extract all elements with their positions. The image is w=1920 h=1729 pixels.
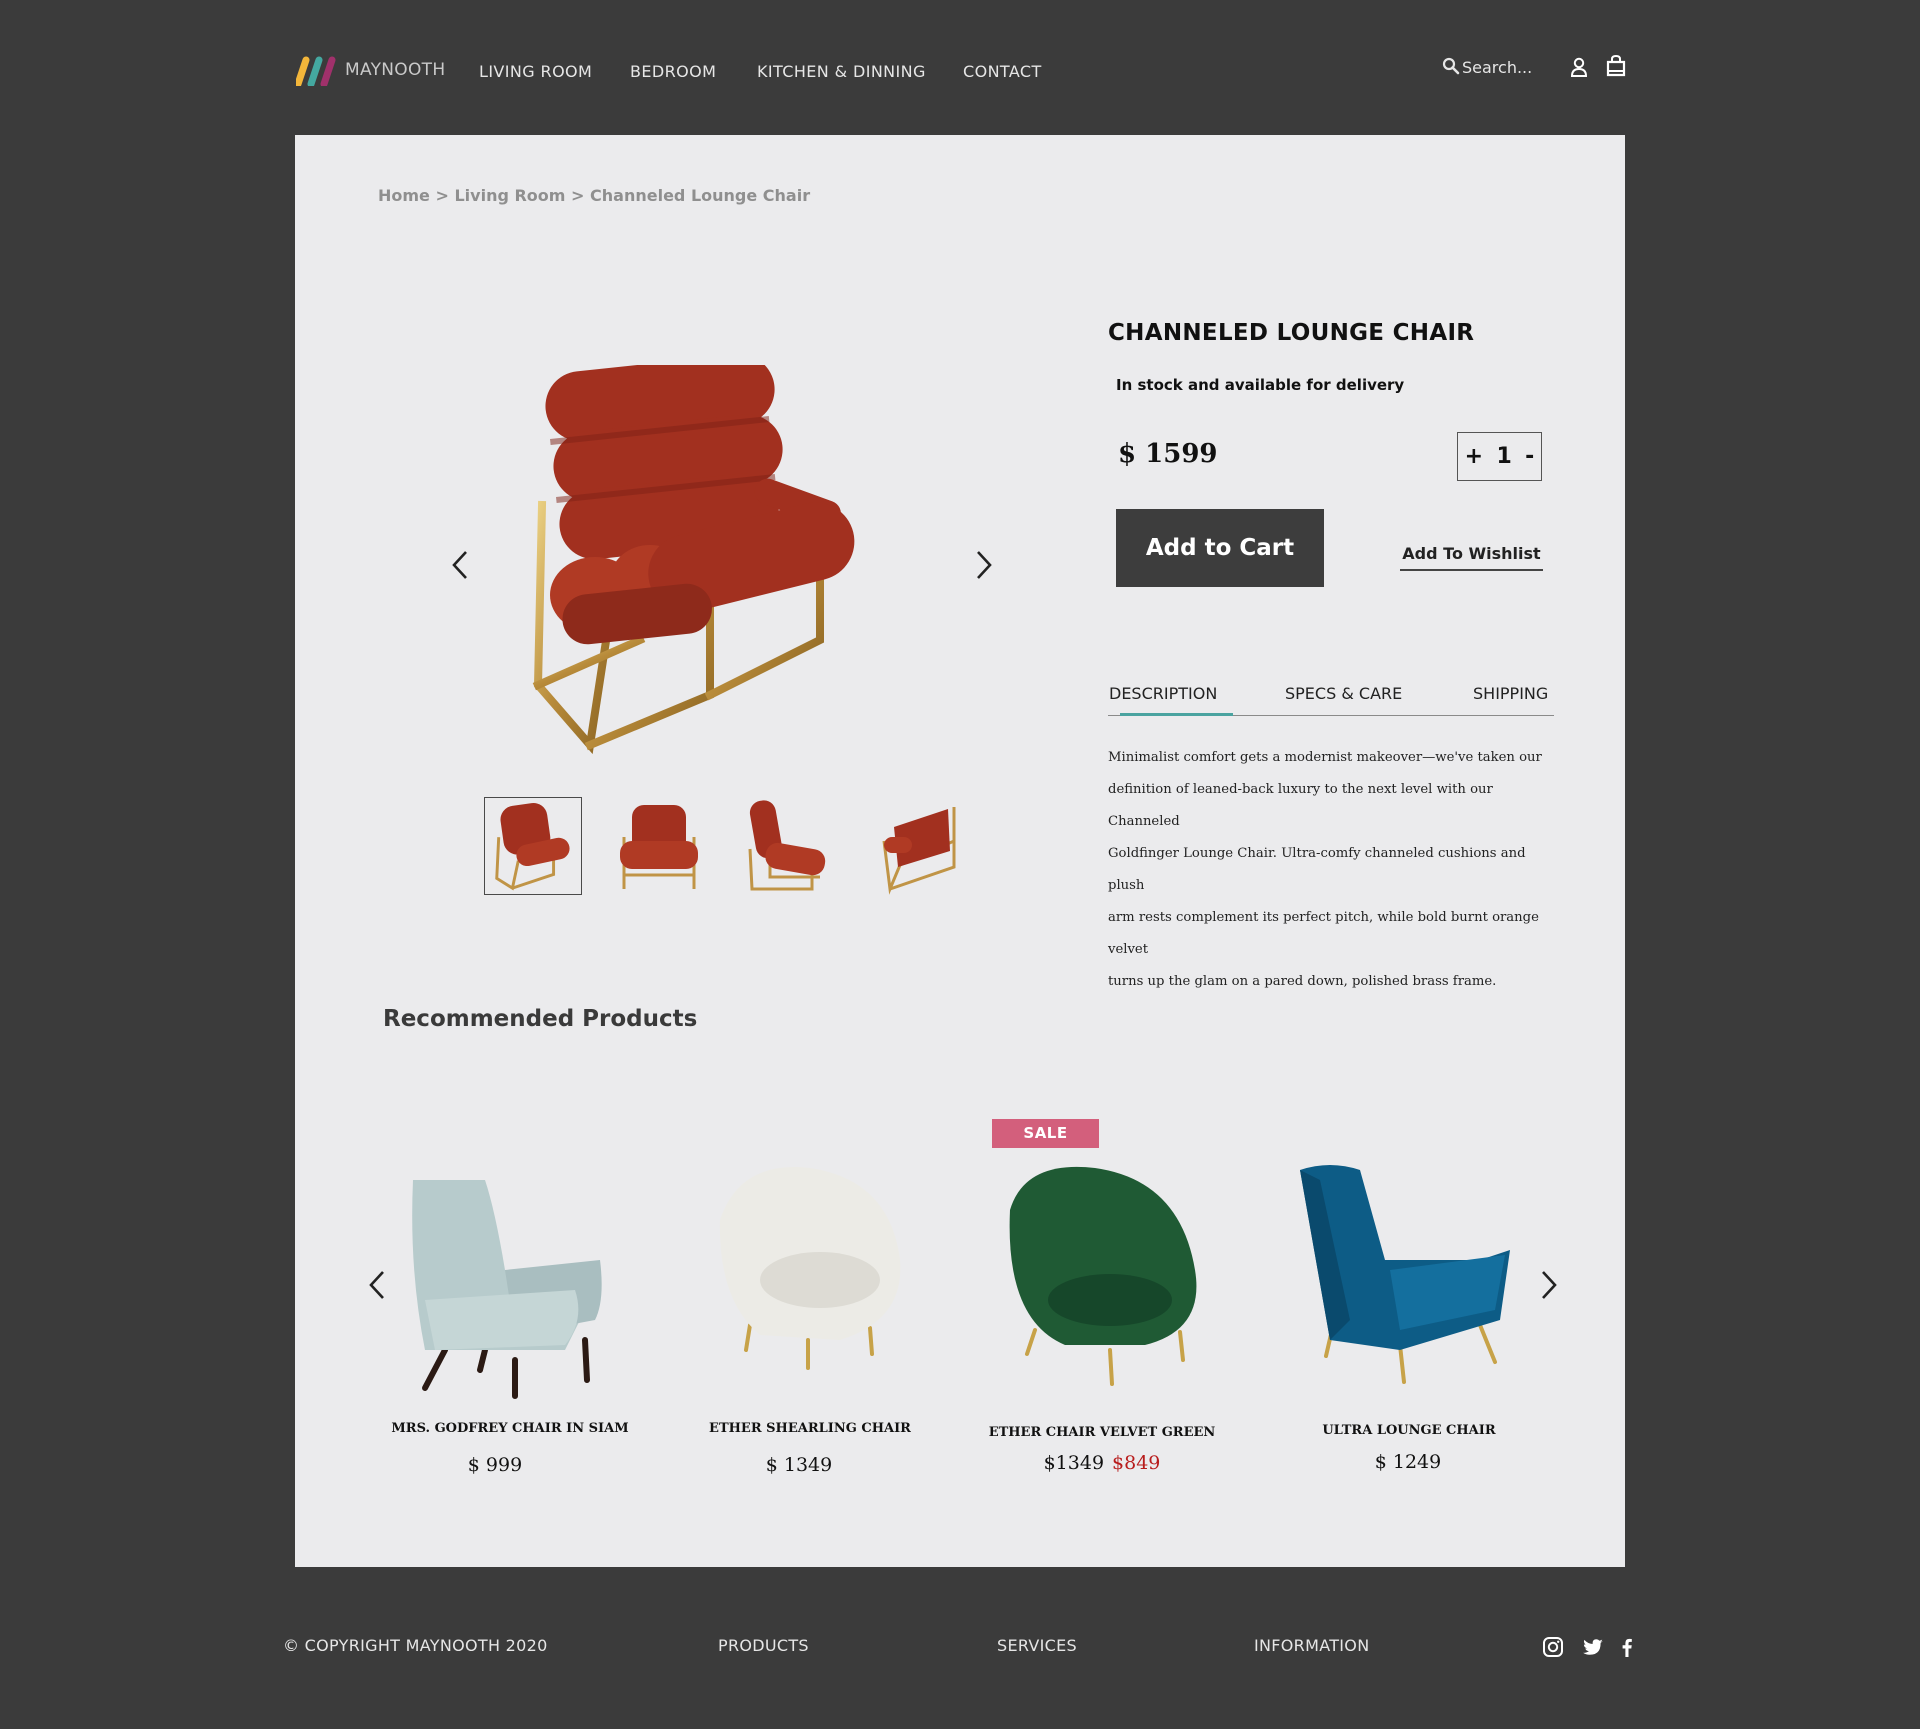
recommended-product-image[interactable] <box>385 1150 615 1400</box>
recommended-product-name[interactable]: ETHER CHAIR VELVET GREEN <box>962 1425 1242 1440</box>
description-line: turns up the glam on a pared down, polis… <box>1108 974 1497 989</box>
footer-products-link[interactable]: PRODUCTS <box>718 1636 809 1655</box>
cart-icon[interactable] <box>1605 54 1627 78</box>
recommended-product-name[interactable]: MRS. GODFREY CHAIR IN SIAM <box>370 1421 650 1436</box>
breadcrumb: Home > Living Room > Channeled Lounge Ch… <box>378 186 810 205</box>
recommended-product-price: $ 999 <box>467 1454 523 1476</box>
quantity-decrease-button[interactable]: - <box>1525 444 1534 469</box>
tab-specs-care[interactable]: SPECS & CARE <box>1285 684 1402 703</box>
recommended-title: Recommended Products <box>383 1006 698 1032</box>
nav-bedroom[interactable]: BEDROOM <box>630 62 716 81</box>
product-thumbnail[interactable] <box>870 797 968 895</box>
active-tab-indicator <box>1120 713 1233 716</box>
breadcrumb-separator: > <box>571 186 585 205</box>
instagram-icon[interactable] <box>1542 1636 1564 1658</box>
stock-status: In stock and available for delivery <box>1116 376 1405 394</box>
twitter-icon[interactable] <box>1582 1636 1604 1658</box>
logo[interactable] <box>296 56 340 86</box>
brand-name[interactable]: MAYNOOTH <box>345 60 445 80</box>
nav-kitchen-dinning[interactable]: KITCHEN & DINNING <box>757 62 926 81</box>
product-main-image <box>532 365 855 755</box>
product-thumbnail[interactable] <box>610 797 708 895</box>
add-to-wishlist-link[interactable]: Add To Wishlist <box>1400 544 1543 571</box>
breadcrumb-home[interactable]: Home <box>378 186 430 205</box>
recommended-product-name[interactable]: ULTRA LOUNGE CHAIR <box>1269 1423 1549 1438</box>
product-title: CHANNELED LOUNGE CHAIR <box>1108 320 1475 346</box>
product-price: $ 1599 <box>1118 439 1218 469</box>
tab-shipping[interactable]: SHIPPING <box>1473 684 1548 703</box>
quantity-value: 1 <box>1496 444 1512 469</box>
description-line: Minimalist comfort gets a modernist make… <box>1108 750 1542 765</box>
recommended-product-price: $ 1249 <box>1374 1451 1442 1473</box>
tab-description[interactable]: DESCRIPTION <box>1109 684 1217 703</box>
recommended-product-image[interactable] <box>1290 1150 1520 1400</box>
recommended-next-arrow-icon[interactable] <box>1536 1268 1562 1302</box>
breadcrumb-current[interactable]: Channeled Lounge Chair <box>590 186 810 205</box>
quantity-stepper: + 1 - <box>1457 432 1542 481</box>
description-line: arm rests complement its perfect pitch, … <box>1108 910 1539 957</box>
description-line: definition of leaned-back luxury to the … <box>1108 782 1493 829</box>
search-icon[interactable] <box>1442 57 1460 75</box>
footer-services-link[interactable]: SERVICES <box>997 1636 1077 1655</box>
facebook-icon[interactable] <box>1616 1636 1638 1658</box>
description-line: Goldfinger Lounge Chair. Ultra-comfy cha… <box>1108 846 1526 893</box>
recommended-product-price: $1349 $849 <box>962 1452 1242 1474</box>
recommended-product-price: $ 1349 <box>765 1454 833 1476</box>
user-icon[interactable] <box>1569 56 1589 78</box>
footer-copyright: © COPYRIGHT MAYNOOTH 2020 <box>283 1636 548 1655</box>
recommended-product-image[interactable] <box>700 1150 930 1400</box>
product-thumbnail[interactable] <box>740 797 838 895</box>
gallery-next-arrow-icon[interactable] <box>970 548 998 582</box>
sale-badge: SALE <box>992 1119 1099 1148</box>
nav-living-room[interactable]: LIVING ROOM <box>479 62 592 81</box>
footer-information-link[interactable]: INFORMATION <box>1254 1636 1369 1655</box>
product-thumbnail[interactable] <box>484 797 582 895</box>
product-description: Minimalist comfort gets a modernist make… <box>1108 742 1558 998</box>
add-to-cart-button[interactable]: Add to Cart <box>1116 509 1324 587</box>
recommended-product-image[interactable] <box>995 1150 1225 1400</box>
nav-contact[interactable]: CONTACT <box>963 62 1042 81</box>
original-price: $1349 <box>1043 1452 1105 1474</box>
sale-price: $849 <box>1112 1452 1161 1474</box>
search-input[interactable] <box>1462 55 1562 79</box>
gallery-prev-arrow-icon[interactable] <box>446 548 474 582</box>
quantity-increase-button[interactable]: + <box>1465 444 1483 469</box>
breadcrumb-separator: > <box>435 186 449 205</box>
recommended-product-name[interactable]: ETHER SHEARLING CHAIR <box>670 1421 950 1436</box>
breadcrumb-living-room[interactable]: Living Room <box>454 186 565 205</box>
